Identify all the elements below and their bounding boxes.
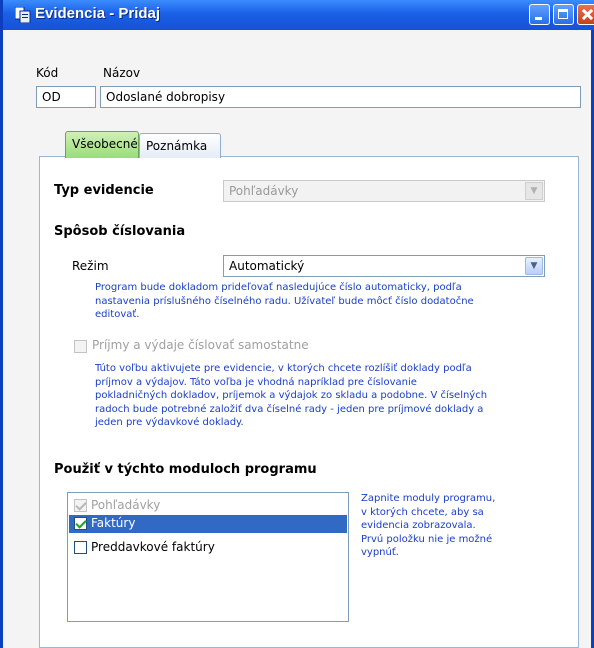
window-title: Evidencia - Pridaj [35,5,161,22]
rezim-label: Režim [72,259,109,273]
help-line: nastavenia príslušného číselného radu. U… [95,295,474,307]
help-line: vypnúť. [361,547,399,558]
rezim-value: Automatický [229,259,305,273]
typ-evidencie-value: Pohľadávky [229,184,299,198]
typ-evidencie-select: Pohľadávky ▼ [223,180,545,202]
list-item-preddavkove-faktury[interactable]: Preddavkové faktúry [69,539,347,557]
list-item-label: Pohľadávky [91,498,161,512]
help-line: jeden pre výdavkové doklady. [95,417,244,428]
faktury-checkbox[interactable] [74,517,87,530]
help-line: Prvú položku nie je možné [361,533,493,545]
close-button[interactable] [577,4,594,25]
prijmy-vydaje-checkbox [74,340,87,353]
prijmy-help-text: Túto voľbu aktivujete pre evidencie, v k… [95,362,487,430]
typ-evidencie-label: Typ evidencie [54,183,154,198]
help-line: pokladničných dokladov, príjemok a výdaj… [95,390,488,401]
pohladavky-checkbox [74,499,87,512]
kod-label: Kód [36,66,59,80]
help-line: Zapnite moduly programu, [361,493,496,504]
list-item-faktury[interactable]: Faktúry [69,515,347,533]
list-item-label: Faktúry [91,516,136,530]
moduly-heading: Použiť v týchto moduloch programu [54,462,317,477]
tab-vseobecne[interactable]: Všeobecné [65,131,139,158]
evidence-app-icon [15,7,31,23]
help-line: radoch bude potrebné založiť dva číselné… [95,403,484,415]
help-line: príjmov a výdajov. Táto voľba je vhodná … [95,376,417,388]
chevron-down-icon[interactable]: ▼ [525,257,543,275]
preddavkove-faktury-checkbox[interactable] [74,541,87,554]
title-bar[interactable]: Evidencia - Pridaj [3,0,594,30]
rezim-help-text: Program bude dokladom prideľovať nasledu… [95,281,474,322]
kod-field[interactable]: OD [36,86,96,108]
moduly-help-text: Zapnite moduly programu, v ktorých chcet… [361,492,495,560]
help-line: Program bude dokladom prideľovať nasledu… [95,282,462,293]
maximize-button[interactable] [553,4,574,25]
help-line: evidencia zobrazovala. [361,520,476,531]
help-line: Túto voľbu aktivujete pre evidencie, v k… [95,363,472,374]
minimize-button[interactable] [529,4,550,25]
sposob-cislovania-heading: Spôsob číslovania [54,224,186,239]
list-item-label: Preddavkové faktúry [91,540,215,554]
prijmy-vydaje-label: Príjmy a výdaje číslovať samostatne [92,338,309,352]
tab-poznamka[interactable]: Poznámka [139,133,221,158]
list-item-pohladavky: Pohľadávky [69,497,347,515]
help-line: editovať. [95,309,140,320]
nazov-field[interactable]: Odoslané dobropisy [100,86,581,108]
help-line: v ktorých chcete, aby sa [361,506,484,518]
rezim-select[interactable]: Automatický ▼ [223,255,545,277]
dialog-window: Evidencia - Pridaj Kód Názov OD Odoslané… [0,0,594,648]
chevron-down-icon: ▼ [525,182,543,200]
nazov-label: Názov [103,66,141,80]
moduly-listbox[interactable]: Pohľadávky Faktúry Preddavkové faktúry [67,492,349,622]
